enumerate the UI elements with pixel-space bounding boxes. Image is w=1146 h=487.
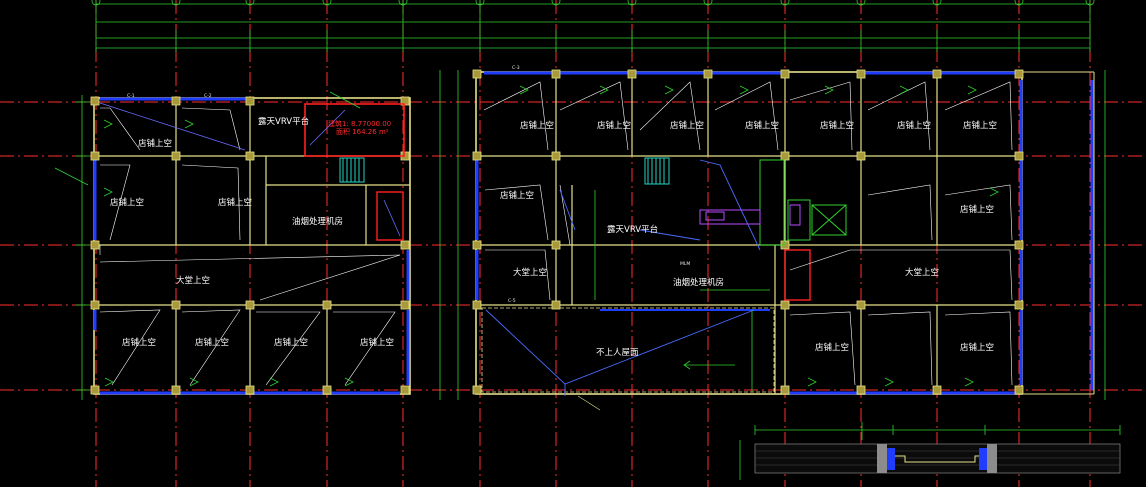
red-annotations: 建筑1: 8.77000.00 面积 164.26 m² (328, 119, 391, 136)
room-label-l9: 店铺上空 (274, 337, 308, 348)
small-label-3: C-3 (512, 65, 520, 71)
room-label-r3: 店铺上空 (670, 120, 704, 131)
room-label-l4: 店铺上空 (218, 197, 252, 208)
small-label-2: C-2 (204, 93, 212, 99)
room-label-r10: 店铺上空 (960, 204, 994, 215)
room-label-r12: 油烟处理机房 (673, 277, 724, 288)
room-label-l3: 店铺上空 (110, 197, 144, 208)
section-detail (739, 422, 1121, 480)
right-building-block (472, 69, 1095, 411)
room-label-r15: 店铺上空 (815, 342, 849, 353)
room-label-r9: 店铺上空 (500, 190, 534, 201)
left-building-block (54, 91, 411, 395)
room-label-r16: 店铺上空 (960, 342, 994, 353)
room-label-r1: 店铺上空 (520, 120, 554, 131)
room-label-l2: 露天VRV平台 (258, 116, 309, 127)
small-label-4: MLM (680, 261, 690, 267)
room-label-l8: 店铺上空 (195, 337, 229, 348)
room-label-r4: 店铺上空 (745, 120, 779, 131)
red-label-2: 面积 164.26 m² (336, 127, 389, 136)
room-label-r14: 不上人屋面 (596, 348, 639, 358)
room-label-r2: 店铺上空 (597, 120, 631, 131)
room-label-r13: 大堂上空 (905, 267, 939, 278)
small-label-5: C-5 (508, 298, 516, 304)
room-label-l7: 店铺上空 (122, 337, 156, 348)
room-label-l10: 店铺上空 (360, 337, 394, 348)
room-label-l5: 油烟处理机房 (292, 216, 343, 227)
red-label-1: 建筑1: 8.77000.00 (328, 119, 391, 128)
shaft-box (759, 159, 847, 246)
room-label-r6: 店铺上空 (897, 120, 931, 131)
room-label-r8: 露天VRV平台 (607, 224, 658, 235)
room-label-r7: 店铺上空 (963, 120, 997, 131)
left-dimension-lines (76, 70, 1106, 400)
room-label-l1: 店铺上空 (138, 138, 172, 149)
room-label-r11: 大堂上空 (513, 267, 547, 278)
small-label-1: C-1 (127, 93, 135, 99)
cad-floor-plan: 店铺上空 露天VRV平台 店铺上空 店铺上空 油烟处理机房 大堂上空 店铺上空 … (0, 0, 1146, 487)
stair-left (339, 157, 365, 183)
stair-right (644, 157, 670, 185)
room-label-l6: 大堂上空 (176, 275, 210, 286)
top-ticks (95, 0, 1091, 52)
top-dimension-lines (95, 0, 1091, 52)
room-label-r5: 店铺上空 (820, 120, 854, 131)
